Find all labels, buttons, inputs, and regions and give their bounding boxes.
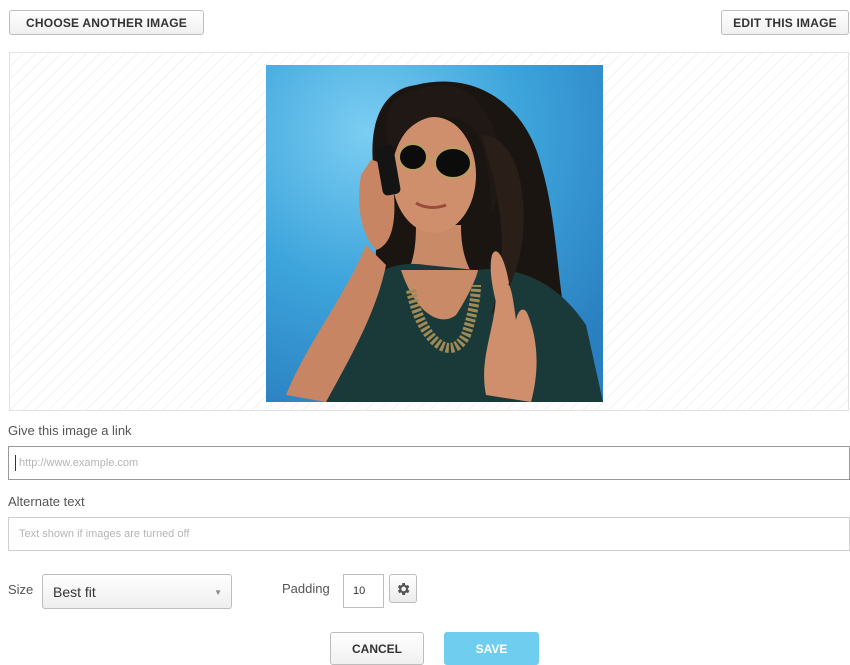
chevron-down-icon: ▼ (214, 588, 222, 597)
padding-label: Padding (282, 581, 330, 596)
gear-icon (397, 582, 410, 595)
preview-image (266, 65, 603, 402)
link-label: Give this image a link (8, 423, 132, 438)
image-preview-area (9, 52, 849, 411)
alternate-text-input[interactable] (8, 517, 850, 551)
choose-another-image-button[interactable]: CHOOSE ANOTHER IMAGE (9, 10, 204, 35)
size-selected-value: Best fit (53, 583, 96, 600)
edit-this-image-button[interactable]: EDIT THIS IMAGE (721, 10, 849, 35)
padding-input[interactable] (343, 574, 384, 608)
text-caret (15, 455, 16, 471)
alternate-text-label: Alternate text (8, 494, 85, 509)
save-button[interactable]: SAVE (444, 632, 539, 665)
image-link-input[interactable] (8, 446, 850, 480)
size-label: Size (8, 582, 34, 597)
size-select[interactable]: Best fit ▼ (42, 574, 232, 609)
padding-settings-button[interactable] (389, 574, 417, 603)
woman-on-phone-photo (266, 65, 603, 402)
cancel-button[interactable]: CANCEL (330, 632, 424, 665)
